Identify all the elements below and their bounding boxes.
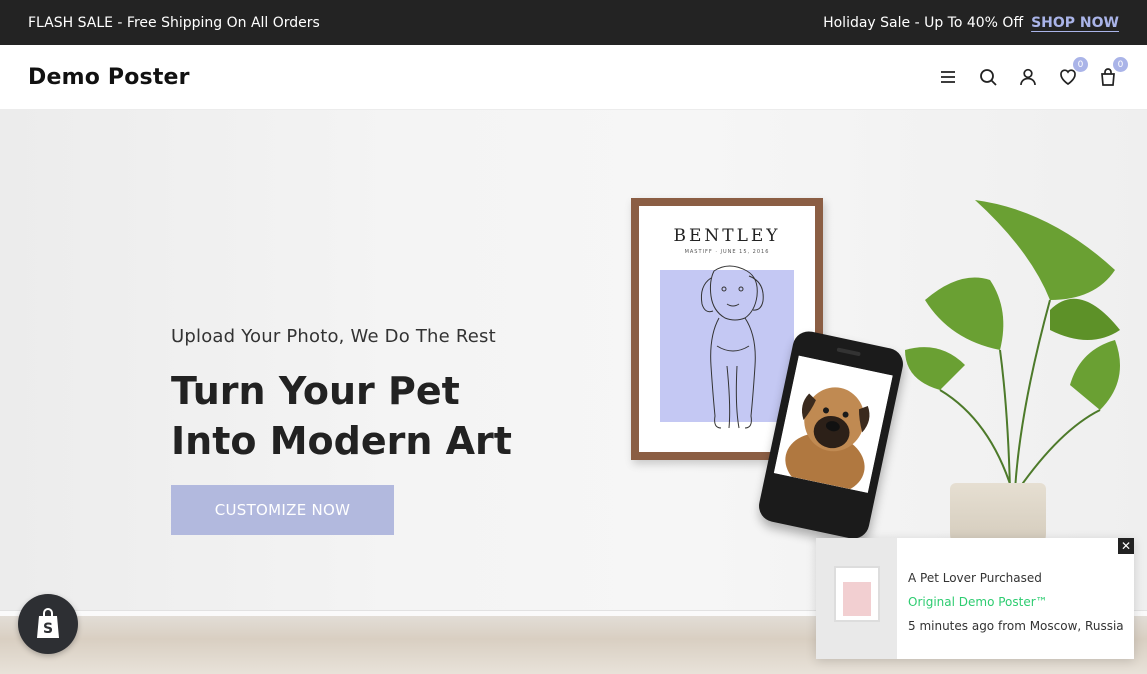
- hero-subtitle: Upload Your Photo, We Do The Rest: [171, 326, 496, 347]
- svg-text:S: S: [43, 621, 53, 637]
- customize-now-button[interactable]: CUSTOMIZE NOW: [171, 485, 394, 535]
- hero-title: Turn Your Pet Into Modern Art: [171, 366, 591, 466]
- notification-poster-thumbnail: [834, 566, 880, 622]
- potted-plant-icon: [905, 200, 1120, 491]
- notification-body: A Pet Lover Purchased Original Demo Post…: [897, 538, 1124, 659]
- announcement-bar: FLASH SALE - Free Shipping On All Orders…: [0, 0, 1147, 45]
- notification-headline: A Pet Lover Purchased: [908, 571, 1042, 585]
- shopify-bag-icon[interactable]: S: [18, 594, 78, 654]
- cart-count-badge: 0: [1113, 57, 1128, 72]
- poster-pet-details: MASTIFF · JUNE 15, 2016: [684, 249, 770, 255]
- menu-icon[interactable]: [937, 66, 959, 88]
- dog-photo-icon: [773, 355, 893, 493]
- hero-title-line-1: Turn Your Pet: [171, 369, 460, 413]
- notification-product-link[interactable]: Original Demo Poster™: [908, 590, 1124, 614]
- announcement-right: Holiday Sale - Up To 40% Off SHOP NOW: [823, 15, 1119, 31]
- cart-icon[interactable]: 0: [1097, 57, 1128, 88]
- holiday-sale-text: Holiday Sale - Up To 40% Off: [823, 14, 1024, 31]
- hero-title-line-2: Into Modern Art: [171, 419, 512, 463]
- poster-pink-block: [843, 582, 871, 616]
- purchase-notification[interactable]: A Pet Lover Purchased Original Demo Post…: [816, 538, 1134, 659]
- account-icon[interactable]: [1017, 66, 1039, 88]
- shop-now-link[interactable]: SHOP NOW: [1031, 15, 1119, 31]
- phone-screen-dog-photo: [773, 355, 893, 493]
- flash-sale-text: FLASH SALE - Free Shipping On All Orders: [28, 14, 320, 31]
- site-header: Demo Poster 0 0: [0, 45, 1147, 110]
- header-icons: 0 0: [937, 57, 1128, 88]
- poster-pet-name: BENTLEY: [673, 226, 781, 246]
- notification-time-location: 5 minutes ago from Moscow, Russia: [908, 619, 1124, 633]
- wishlist-icon[interactable]: 0: [1057, 57, 1088, 88]
- notification-close-button[interactable]: ✕: [1118, 538, 1134, 554]
- search-icon[interactable]: [977, 66, 999, 88]
- dog-line-art-icon: [700, 265, 764, 429]
- phone-notch: [836, 347, 861, 357]
- site-logo[interactable]: Demo Poster: [28, 65, 190, 90]
- wishlist-count-badge: 0: [1073, 57, 1088, 72]
- notification-product-image: [816, 538, 897, 659]
